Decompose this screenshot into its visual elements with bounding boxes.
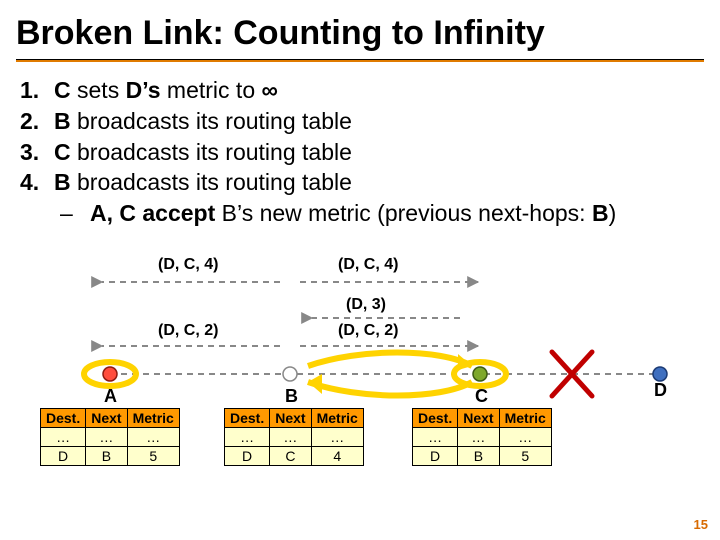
table-A-r0c1: … <box>86 428 127 447</box>
step-4: 4. B broadcasts its routing table <box>20 168 704 197</box>
node-B-name: B <box>285 386 298 407</box>
table-C-r0c0: … <box>413 428 458 447</box>
table-B-r0c2: … <box>311 428 363 447</box>
table-B-h1: Next <box>270 409 311 428</box>
node-A-name: A <box>104 386 117 407</box>
table-A-r1c2: 5 <box>127 447 179 466</box>
step-1-text: C sets D’s metric to ∞ <box>54 76 278 105</box>
step-4-sub-dash: – <box>60 199 90 228</box>
step-2-num: 2. <box>20 107 54 136</box>
step-3-num: 3. <box>20 138 54 167</box>
table-C-r1c1: B <box>458 447 499 466</box>
table-A-r0c0: … <box>41 428 86 447</box>
node-D-name: D <box>654 380 667 401</box>
table-B-h0: Dest. <box>225 409 270 428</box>
table-A-h0: Dest. <box>41 409 86 428</box>
table-A-r1c0: D <box>41 447 86 466</box>
slide-title: Broken Link: Counting to Infinity <box>0 0 720 59</box>
table-B-r1c1: C <box>270 447 311 466</box>
table-C-r0c1: … <box>458 428 499 447</box>
step-3: 3. C broadcasts its routing table <box>20 138 704 167</box>
table-C-r1c2: 5 <box>499 447 551 466</box>
table-C-r0c2: … <box>499 428 551 447</box>
step-4-text: B broadcasts its routing table <box>54 168 352 197</box>
table-A-h1: Next <box>86 409 127 428</box>
page-number: 15 <box>694 517 708 532</box>
step-4-sub: – A, C accept B’s new metric (previous n… <box>60 199 704 228</box>
diagram: (D, C, 4) (D, C, 4) (D, 3) (D, C, 2) (D,… <box>40 256 680 516</box>
table-B: Dest. Next Metric … … … D C 4 <box>224 408 364 466</box>
table-A-r1c1: B <box>86 447 127 466</box>
steps-list: 1. C sets D’s metric to ∞ 2. B broadcast… <box>16 76 704 197</box>
table-B-r1c0: D <box>225 447 270 466</box>
step-1-num: 1. <box>20 76 54 105</box>
step-3-text: C broadcasts its routing table <box>54 138 352 167</box>
table-A-h2: Metric <box>127 409 179 428</box>
table-A-r0c2: … <box>127 428 179 447</box>
table-B-r0c0: … <box>225 428 270 447</box>
table-B-h2: Metric <box>311 409 363 428</box>
table-B-r1c2: 4 <box>311 447 363 466</box>
step-4-num: 4. <box>20 168 54 197</box>
table-C-h0: Dest. <box>413 409 458 428</box>
step-2-text: B broadcasts its routing table <box>54 107 352 136</box>
table-C-h2: Metric <box>499 409 551 428</box>
table-B-r0c1: … <box>270 428 311 447</box>
step-1: 1. C sets D’s metric to ∞ <box>20 76 704 105</box>
node-C-name: C <box>475 386 488 407</box>
step-2: 2. B broadcasts its routing table <box>20 107 704 136</box>
table-C: Dest. Next Metric … … … D B 5 <box>412 408 552 466</box>
table-C-h1: Next <box>458 409 499 428</box>
table-A: Dest. Next Metric … … … D B 5 <box>40 408 180 466</box>
table-C-r1c0: D <box>413 447 458 466</box>
step-4-sub-text: A, C accept B’s new metric (previous nex… <box>90 199 616 228</box>
